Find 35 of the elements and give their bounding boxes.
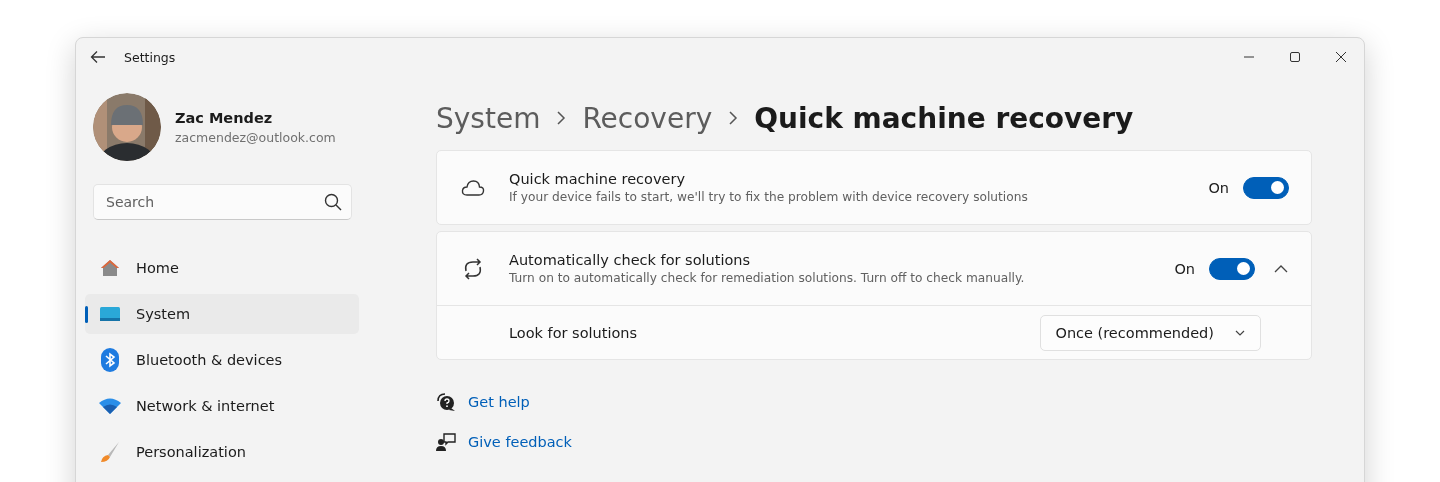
user-name: Zac Mendez — [175, 109, 274, 126]
nav-item[interactable]: Bluetooth & devices — [85, 340, 359, 380]
breadcrumb-item: Quick machine recovery — [754, 101, 1134, 135]
back-arrow-icon[interactable] — [90, 49, 106, 65]
cloud-icon — [461, 178, 485, 197]
nav-item[interactable]: Network & internet — [85, 386, 359, 426]
dropdown[interactable]: Once (recommended) — [1040, 314, 1261, 351]
bluetooth-icon — [100, 348, 120, 372]
chevron-right-icon — [556, 110, 567, 126]
setting-title: Automatically check for solutions — [509, 252, 752, 268]
user-email: zacmendez@outlook.com — [175, 129, 336, 145]
link[interactable]: Get help — [468, 394, 530, 410]
toggle-switch[interactable] — [1243, 176, 1289, 199]
breadcrumb-item[interactable]: Recovery — [582, 101, 713, 135]
window-title: Settings — [124, 49, 177, 65]
setting-title: Quick machine recovery — [509, 171, 686, 187]
nav-item[interactable]: System — [85, 294, 359, 334]
setting-label: Look for solutions — [509, 324, 639, 341]
feedback-icon — [436, 432, 456, 452]
wifi-icon — [98, 397, 122, 415]
monitor-icon — [99, 305, 121, 323]
nav-item[interactable]: Home — [85, 248, 359, 288]
toggle-state-label: On — [1174, 260, 1195, 277]
setting-description: Turn on to automatically check for remediation solutions. Turn off to check manually. — [509, 271, 1026, 285]
link[interactable]: Give feedback — [468, 434, 572, 450]
toggle-state-label: On — [1208, 179, 1229, 196]
nav-item[interactable]: Personalization — [85, 432, 359, 472]
toggle-switch[interactable] — [1209, 257, 1255, 280]
house-icon — [100, 258, 120, 278]
breadcrumb-item[interactable]: System — [436, 101, 541, 135]
chevron-right-icon — [728, 110, 739, 126]
search-icon[interactable] — [324, 193, 342, 211]
setting-description: If your device fails to start, we'll try to fix the problem with device recovery solutions — [509, 190, 1029, 204]
search-field[interactable]: Search — [93, 184, 352, 220]
help-icon — [436, 392, 456, 412]
